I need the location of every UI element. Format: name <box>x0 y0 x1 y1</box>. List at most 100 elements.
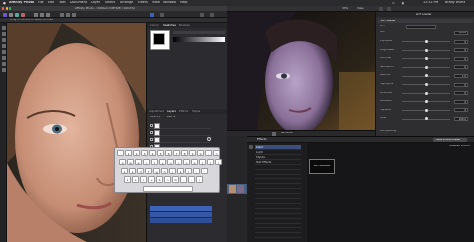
keyboard-key[interactable]: w <box>127 158 135 166</box>
menu-document[interactable]: Document <box>70 1 87 4</box>
viewer-zoom[interactable]: 33% <box>342 7 348 10</box>
text-tool-icon[interactable] <box>1 68 6 72</box>
menu-view[interactable]: View <box>152 1 160 4</box>
toolbar-button-4[interactable] <box>60 12 64 17</box>
mix-value-field[interactable]: 100.0 <box>454 30 468 35</box>
lut-dropdown[interactable] <box>406 24 436 29</box>
keyboard-key[interactable]: b <box>156 176 164 183</box>
slider-value-field[interactable]: 0 <box>454 99 468 104</box>
crop-tool-icon[interactable] <box>1 32 6 36</box>
brush-tool-icon[interactable] <box>1 44 6 48</box>
keyboard-key[interactable]: = <box>213 150 221 157</box>
lut-loader-effect-header[interactable]: LUT Loader <box>378 19 473 23</box>
keyboard-key[interactable]: o <box>183 158 191 166</box>
layer-row[interactable] <box>149 129 211 136</box>
keyboard-key[interactable]: [ <box>199 158 207 166</box>
viewer-view-menu[interactable]: View <box>357 7 364 10</box>
keyboard-key[interactable]: s <box>129 167 137 174</box>
tab-swatches[interactable]: Swatches <box>163 24 176 27</box>
fill-tool-icon[interactable] <box>1 56 6 60</box>
keyboard-key[interactable]: ` <box>117 150 125 157</box>
keyboard-key[interactable]: g <box>153 167 161 174</box>
play-button[interactable] <box>272 132 276 136</box>
keyboard-key[interactable]: v <box>148 176 156 183</box>
menu-window[interactable]: Window <box>163 1 176 4</box>
timeline-area[interactable] <box>227 136 247 242</box>
slider-value-field[interactable]: 0 <box>454 39 468 44</box>
slider-knob[interactable] <box>424 65 428 69</box>
menu-arrange[interactable]: Arrange <box>120 1 133 4</box>
layer-row[interactable] <box>149 122 211 129</box>
slider-value-field[interactable]: 1.0 <box>454 73 468 78</box>
greyscale-swatch-strip[interactable] <box>173 37 225 42</box>
slider-knob[interactable] <box>424 48 428 52</box>
move-tool-icon[interactable] <box>1 26 6 30</box>
dropdown-row-3[interactable] <box>150 218 212 223</box>
layer-visibility-checkbox[interactable] <box>149 130 153 134</box>
keyboard-key[interactable]: ; <box>193 167 201 174</box>
toolbar-button-6[interactable] <box>72 12 76 17</box>
keyboard-key[interactable]: t <box>151 158 159 166</box>
slider-knob[interactable] <box>424 100 428 104</box>
slider-value-field[interactable]: 0 <box>454 65 468 70</box>
toolbar-icon[interactable] <box>387 7 391 11</box>
dropdown-row-1[interactable] <box>150 206 212 211</box>
effect-thumbnail[interactable]: LUT LOADER <box>309 159 335 174</box>
slider-value-field[interactable]: 0 <box>454 48 468 53</box>
keyboard-key[interactable]: k <box>177 167 185 174</box>
keyboard-key[interactable]: 9 <box>189 150 197 157</box>
slider-knob[interactable] <box>424 117 428 121</box>
menu-text[interactable]: Text <box>59 1 66 4</box>
swatch-palette-dropdown[interactable] <box>173 31 225 34</box>
tab-adjustment[interactable]: Adjustment <box>149 110 164 113</box>
video-viewer[interactable] <box>227 12 375 130</box>
opacity-value[interactable]: 100 % <box>167 116 175 119</box>
apple-menu-icon[interactable]: ● <box>3 1 6 5</box>
menubar-user[interactable]: Brady Wurtz <box>445 1 465 4</box>
window-zoom-button[interactable] <box>9 7 12 10</box>
keyboard-key[interactable]: a <box>121 167 129 174</box>
slider-knob[interactable] <box>424 91 428 95</box>
menu-edit[interactable]: Edit <box>48 1 54 4</box>
menu-select[interactable]: Select <box>105 1 115 4</box>
keyboard-key[interactable]: r <box>143 158 151 166</box>
keyboard-key[interactable]: , <box>180 176 188 183</box>
toolbar-button-10[interactable] <box>210 12 214 17</box>
toolbar-button-2[interactable] <box>40 12 44 17</box>
keyboard-key[interactable]: \ <box>215 158 223 166</box>
keyboard-key[interactable]: e <box>135 158 143 166</box>
keyboard-key[interactable]: c <box>140 176 148 183</box>
keyboard-key[interactable]: f <box>145 167 153 174</box>
tone-mapping-persona-icon[interactable] <box>21 12 25 17</box>
keyboard-key[interactable]: y <box>159 158 167 166</box>
menu-app-name[interactable]: Affinity Photo <box>9 1 34 4</box>
slider-value-field[interactable]: 0 <box>454 108 468 113</box>
keyboard-key[interactable]: 5 <box>157 150 165 157</box>
keyboard-key[interactable]: - <box>205 150 213 157</box>
keyboard-key[interactable]: 8 <box>181 150 189 157</box>
tab-layers[interactable]: Layers <box>167 110 176 113</box>
tab-colour[interactable]: Colour <box>150 24 159 27</box>
keyboard-key[interactable]: 3 <box>141 150 149 157</box>
layer-visibility-checkbox[interactable] <box>149 123 153 127</box>
keyboard-key[interactable]: m <box>172 176 180 183</box>
sidebar-toggle-icon[interactable] <box>249 145 253 149</box>
keyboard-key[interactable]: 2 <box>133 150 141 157</box>
menu-help[interactable]: Help <box>180 1 188 4</box>
keyboard-key[interactable]: 6 <box>165 150 173 157</box>
photo-persona-icon[interactable] <box>3 12 7 17</box>
keyboard-key[interactable]: i <box>175 158 183 166</box>
space-key[interactable] <box>143 186 193 193</box>
wifi-icon[interactable]: ≈ <box>392 1 395 5</box>
primary-colour-well[interactable] <box>153 33 165 45</box>
layer-row[interactable] <box>149 136 211 143</box>
slider-value-field[interactable]: 100.0 <box>454 116 468 121</box>
develop-persona-icon[interactable] <box>15 12 19 17</box>
toolbar-button-8[interactable] <box>160 12 164 17</box>
window-close-button[interactable] <box>2 7 5 10</box>
keyboard-key[interactable]: p <box>191 158 199 166</box>
menu-layer[interactable]: Layer <box>91 1 100 4</box>
keyboard-key[interactable]: ' <box>201 167 209 174</box>
layer-visibility-icon[interactable] <box>207 137 211 141</box>
slider-knob[interactable] <box>424 108 428 112</box>
